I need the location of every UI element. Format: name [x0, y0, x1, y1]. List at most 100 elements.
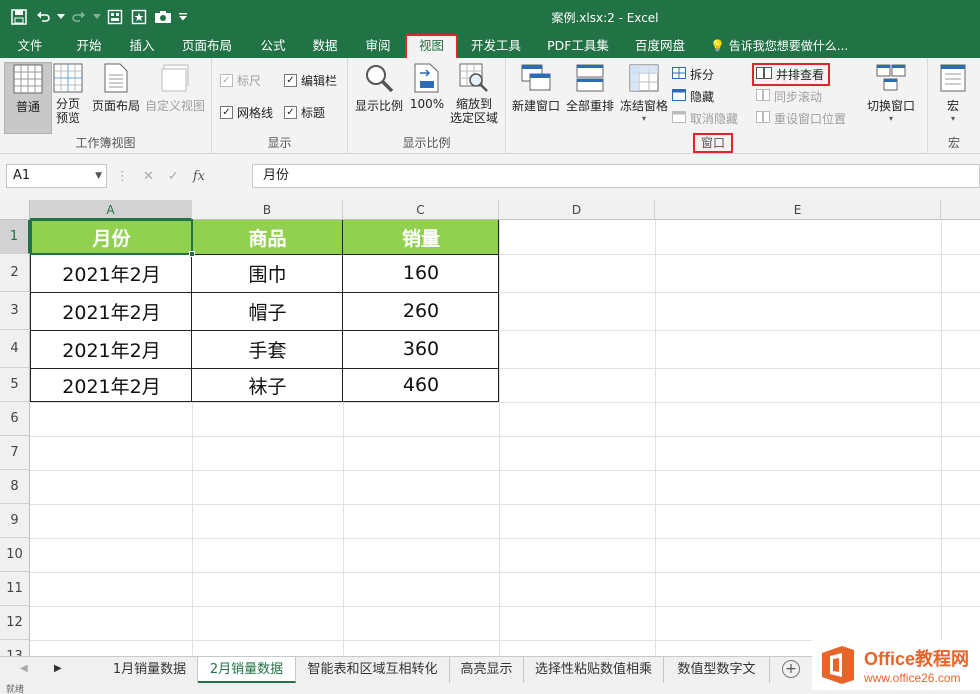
zoom-100-button[interactable]: 100%: [406, 62, 448, 111]
split-button[interactable]: 拆分: [672, 66, 714, 83]
row-header-6[interactable]: 6: [0, 402, 30, 436]
table-border: [30, 401, 499, 402]
side-by-side-icon: [756, 67, 772, 82]
zoom-to-selection-button[interactable]: 缩放到 选定区域: [448, 62, 500, 125]
fill-handle[interactable]: [189, 251, 195, 257]
ribbon: 普通 分页 预览 页面布局 自定义视图 工作簿视图 ✓ 标尺 ✓ 编辑栏 ✓ 网…: [0, 58, 980, 154]
name-box[interactable]: A1 ▼: [6, 164, 107, 188]
column-header-d[interactable]: D: [499, 200, 655, 220]
zoom-selection-icon: [457, 62, 491, 94]
view-side-by-side-button[interactable]: 并排查看: [752, 63, 831, 86]
row-header-5[interactable]: 5: [0, 368, 30, 402]
tab-view[interactable]: 视图: [405, 34, 458, 58]
gridlines-checkbox[interactable]: ✓ 网格线: [220, 104, 273, 121]
row-header-11[interactable]: 11: [0, 572, 30, 606]
cell-b4[interactable]: 手套: [192, 330, 343, 368]
freeze-panes-button[interactable]: 冻结窗格 ▾: [618, 62, 670, 123]
select-all-corner[interactable]: [0, 200, 30, 220]
table-border: [498, 220, 499, 402]
column-header-b[interactable]: B: [192, 200, 343, 220]
cell-c1[interactable]: 销量: [343, 220, 499, 254]
tab-formulas[interactable]: 公式: [250, 34, 296, 58]
arrange-all-icon: [573, 62, 607, 94]
row-header-2[interactable]: 2: [0, 254, 30, 292]
cell-a3[interactable]: 2021年2月: [31, 292, 192, 330]
cell-a5[interactable]: 2021年2月: [31, 368, 192, 402]
tell-me-box[interactable]: 💡 告诉我您想要做什么...: [710, 34, 848, 58]
custom-views-icon: [158, 62, 192, 94]
tab-pdf-tools[interactable]: PDF工具集: [540, 34, 616, 58]
cell-a4[interactable]: 2021年2月: [31, 330, 192, 368]
page-break-icon: [51, 62, 85, 94]
column-header-e[interactable]: E: [655, 200, 941, 220]
tab-insert[interactable]: 插入: [119, 34, 165, 58]
cell-b2[interactable]: 围巾: [192, 254, 343, 292]
enter-icon[interactable]: ✓: [168, 169, 179, 184]
hide-button[interactable]: 隐藏: [672, 88, 714, 105]
group-macros: 宏 ▾ 宏: [928, 58, 980, 154]
column-header-c[interactable]: C: [343, 200, 499, 220]
group-label-zoom: 显示比例: [402, 136, 451, 150]
worksheet-grid[interactable]: A B C D E 1 2 3 4 5 6 7 8 9 10 11 12 13 …: [0, 200, 980, 656]
add-sheet-icon[interactable]: +: [782, 660, 800, 678]
zoom-100-icon: [410, 62, 444, 94]
cell-c4[interactable]: 360: [343, 330, 499, 368]
gridline: [343, 402, 344, 656]
sheet-tab-table-range-convert[interactable]: 智能表和区域互相转化: [296, 657, 450, 683]
group-workbook-views: 普通 分页 预览 页面布局 自定义视图 工作簿视图: [0, 58, 212, 154]
column-header-a[interactable]: A: [30, 200, 192, 220]
sheet-tab-jan-sales[interactable]: 1月销量数据: [102, 657, 198, 683]
row-header-12[interactable]: 12: [0, 606, 30, 640]
cell-c3[interactable]: 260: [343, 292, 499, 330]
row-header-4[interactable]: 4: [0, 330, 30, 368]
row-header-3[interactable]: 3: [0, 292, 30, 330]
cell-c5[interactable]: 460: [343, 368, 499, 402]
row-header-7[interactable]: 7: [0, 436, 30, 470]
tab-review[interactable]: 审阅: [355, 34, 401, 58]
cancel-icon[interactable]: ✕: [143, 169, 154, 184]
column-header-f[interactable]: [941, 200, 980, 220]
page-break-preview-button[interactable]: 分页 预览: [44, 62, 92, 125]
watermark-url: www.office26.com: [864, 671, 961, 685]
sheet-tab-paste-special-multiply[interactable]: 选择性粘贴数值相乘: [524, 657, 664, 683]
scroll-left-icon[interactable]: ◀: [20, 663, 28, 674]
switch-windows-button[interactable]: 切换窗口 ▾: [862, 62, 920, 123]
tab-page-layout[interactable]: 页面布局: [172, 34, 242, 58]
custom-views-button: 自定义视图: [144, 62, 206, 114]
cell-b5[interactable]: 袜子: [192, 368, 343, 402]
cell-b1[interactable]: 商品: [192, 220, 343, 254]
cell-b3[interactable]: 帽子: [192, 292, 343, 330]
row-header-8[interactable]: 8: [0, 470, 30, 504]
tab-data[interactable]: 数据: [302, 34, 348, 58]
row-header-9[interactable]: 9: [0, 504, 30, 538]
tab-home[interactable]: 开始: [66, 34, 112, 58]
arrange-all-button[interactable]: 全部重排: [564, 62, 616, 114]
headings-checkbox[interactable]: ✓ 标题: [284, 104, 325, 121]
synchronous-scrolling-button: 同步滚动: [756, 88, 822, 105]
zoom-button[interactable]: 显示比例: [352, 62, 406, 114]
insert-function-icon[interactable]: fx: [193, 169, 205, 184]
tab-baidu-netdisk[interactable]: 百度网盘: [627, 34, 693, 58]
formula-input[interactable]: 月份: [252, 164, 980, 188]
cell-c2[interactable]: 160: [343, 254, 499, 292]
page-layout-view-button[interactable]: 页面布局: [90, 62, 142, 114]
gridline: [192, 402, 193, 656]
new-window-button[interactable]: 新建窗口: [510, 62, 562, 114]
table-border: [342, 220, 343, 402]
cell-a2[interactable]: 2021年2月: [31, 254, 192, 292]
tab-file[interactable]: 文件: [8, 34, 52, 58]
row-header-1[interactable]: 1: [0, 220, 30, 254]
group-label-show: 显示: [267, 136, 292, 150]
sheet-tab-highlight[interactable]: 高亮显示: [450, 657, 524, 683]
formula-bar-checkbox[interactable]: ✓ 编辑栏: [284, 72, 337, 89]
scroll-right-icon[interactable]: ▶: [54, 663, 62, 674]
tab-developer[interactable]: 开发工具: [463, 34, 529, 58]
row-header-13[interactable]: 13: [0, 640, 30, 656]
group-label-workbook-views: 工作簿视图: [75, 136, 136, 150]
macros-button[interactable]: 宏 ▾: [930, 62, 976, 123]
sheet-tab-numeric-text[interactable]: 数值型数字文: [664, 657, 770, 683]
row-header-10[interactable]: 10: [0, 538, 30, 572]
name-box-dropdown-icon[interactable]: ▼: [95, 165, 102, 187]
sheet-tab-feb-sales[interactable]: 2月销量数据: [198, 657, 296, 683]
group-label-macros: 宏: [947, 136, 960, 150]
